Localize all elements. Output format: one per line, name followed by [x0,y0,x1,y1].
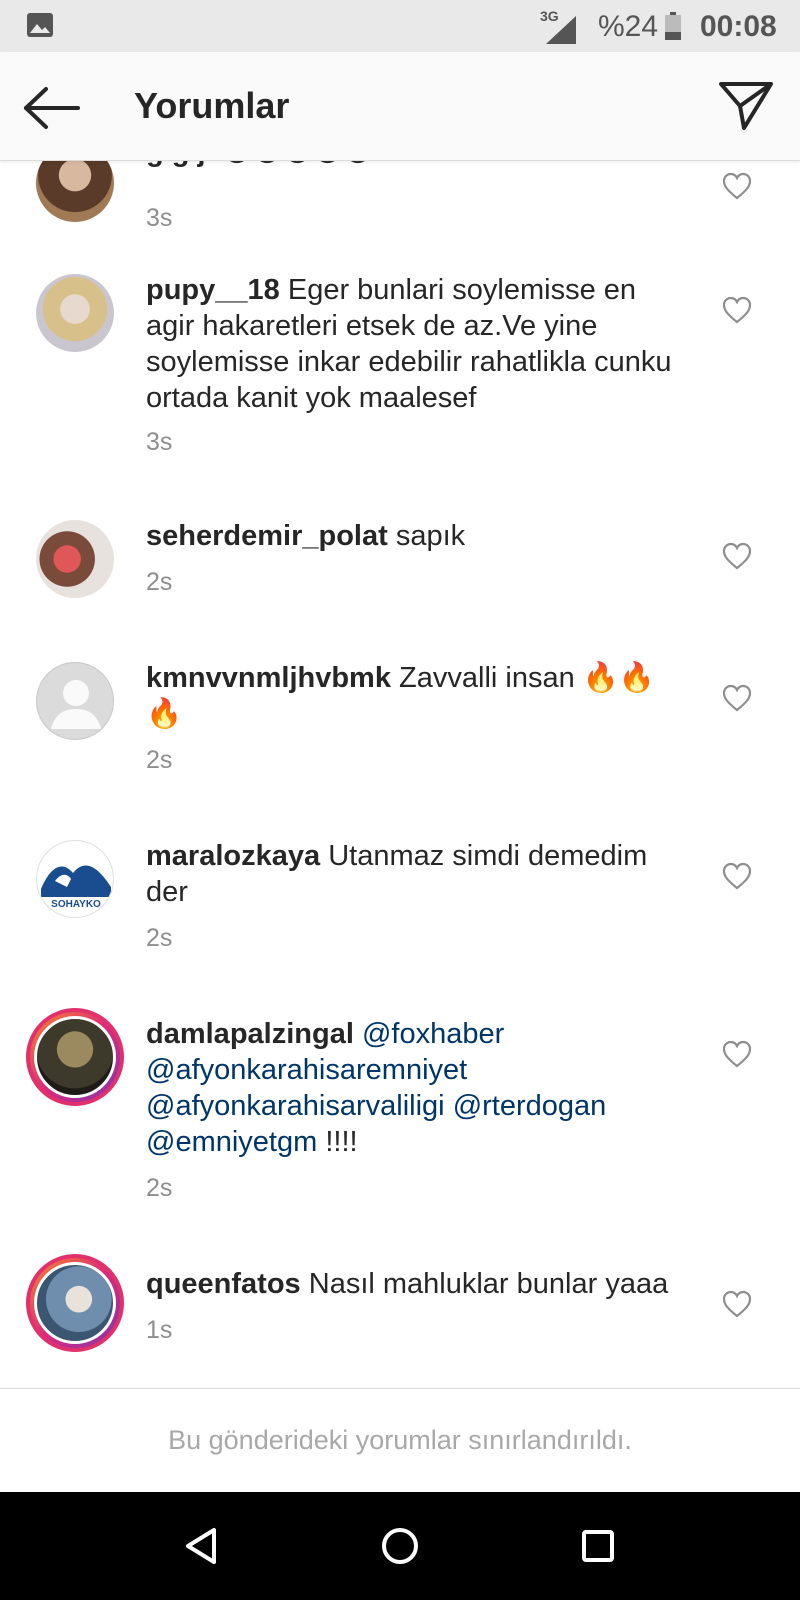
comment-username[interactable]: pupy__18 [146,274,280,306]
avatar-with-story-ring[interactable] [26,1008,124,1106]
heart-icon[interactable] [722,1290,752,1318]
comment-item: pupy__18 Eger bunlari soylemisse en agir… [0,272,800,472]
comment-text: g.g.j. 😡😡😡😡😡 [146,160,686,170]
comment-suffix: !!!! [325,1126,358,1158]
avatar [34,1262,116,1344]
app-header: Yorumlar [0,52,800,161]
heart-icon[interactable] [722,1040,752,1068]
heart-icon[interactable] [722,684,752,712]
recents-square-icon[interactable] [574,1522,622,1570]
back-triangle-icon[interactable] [178,1522,226,1570]
comments-restricted-notice: Bu gönderideki yorumlar sınırlandırıldı. [168,1425,632,1455]
avatar-with-story-ring[interactable] [26,1254,124,1352]
comment-username[interactable]: g.g.j. [146,160,214,168]
page-title: Yorumlar [134,85,290,126]
avatar-logo-text: SOHAYKO [51,899,101,910]
comment-time: 1s [146,1316,173,1344]
status-bar: 3G %24 00:08 [0,0,800,52]
comment-time: 2s [146,924,173,952]
heart-icon[interactable] [722,862,752,890]
arrow-left-icon[interactable] [22,86,82,130]
home-circle-icon[interactable] [376,1522,424,1570]
avatar[interactable]: SOHAYKO [36,840,114,918]
mention-link[interactable]: @afyonkarahisarvaliligi [146,1090,445,1122]
comment-time: 2s [146,746,173,774]
comment-time: 3s [146,204,173,232]
comment-item: kmnvvnmljhvbmk Zavvalli insan 🔥🔥🔥 2s [0,660,800,800]
comments-restricted-bar: Bu gönderideki yorumlar sınırlandırıldı. [0,1388,800,1493]
avatar-placeholder[interactable] [36,662,114,740]
comment-text: kmnvvnmljhvbmk Zavvalli insan 🔥🔥🔥 [146,660,686,732]
avatar[interactable] [36,160,114,222]
paper-plane-icon[interactable] [718,80,774,132]
comment-body: Nasıl mahluklar bunlar yaaa [308,1268,669,1300]
comment-text: queenfatos Nasıl mahluklar bunlar yaaa [146,1266,686,1302]
avatar[interactable] [36,520,114,598]
comment-item: SOHAYKO maralozkaya Utanmaz simdi demedi… [0,838,800,978]
heart-icon[interactable] [722,296,752,324]
comment-item: damlapalzingal @foxhaber @afyonkarahisar… [0,1008,800,1246]
comment-username[interactable]: damlapalzingal [146,1018,354,1050]
comment-text: seherdemir_polat sapık [146,518,686,554]
comment-body: 😡😡😡😡😡 [222,160,373,168]
comment-username[interactable]: kmnvvnmljhvbmk [146,662,391,694]
comment-list: g.g.j. 😡😡😡😡😡 3s pupy__18 Eger bunlari so… [0,160,800,1388]
comment-text: pupy__18 Eger bunlari soylemisse en agir… [146,272,686,416]
heart-icon[interactable] [722,542,752,570]
comment-text: maralozkaya Utanmaz simdi demedim der [146,838,686,910]
comment-body: sapık [395,520,466,552]
battery-icon [665,12,681,40]
mention-link[interactable]: @rterdogan [453,1090,607,1122]
default-user-icon [51,680,101,729]
comment-item: g.g.j. 😡😡😡😡😡 3s [0,160,800,240]
mention-link[interactable]: @afyonkarahisaremniyet [146,1054,467,1086]
heart-icon[interactable] [722,172,752,200]
logo-icon: SOHAYKO [41,865,111,910]
comment-username[interactable]: queenfatos [146,1268,301,1300]
mention-link[interactable]: @foxhaber [362,1018,504,1050]
comment-username[interactable]: seherdemir_polat [146,520,388,552]
avatar[interactable] [36,274,114,352]
comment-time: 3s [146,428,173,456]
comment-time: 2s [146,1174,173,1202]
comment-item: seherdemir_polat sapık 2s [0,518,800,628]
avatar [34,1016,116,1098]
comment-username[interactable]: maralozkaya [146,840,320,872]
mention-link[interactable]: @emniyetgm [146,1126,317,1158]
comment-time: 2s [146,568,173,596]
image-icon [27,13,53,37]
comment-item: queenfatos Nasıl mahluklar bunlar yaaa 1… [0,1254,800,1386]
comment-text: damlapalzingal @foxhaber @afyonkarahisar… [146,1016,686,1160]
clock: 00:08 [700,10,777,43]
signal-icon: 3G [540,8,580,44]
system-nav-bar [0,1492,800,1600]
battery-percentage: %24 [598,10,659,43]
